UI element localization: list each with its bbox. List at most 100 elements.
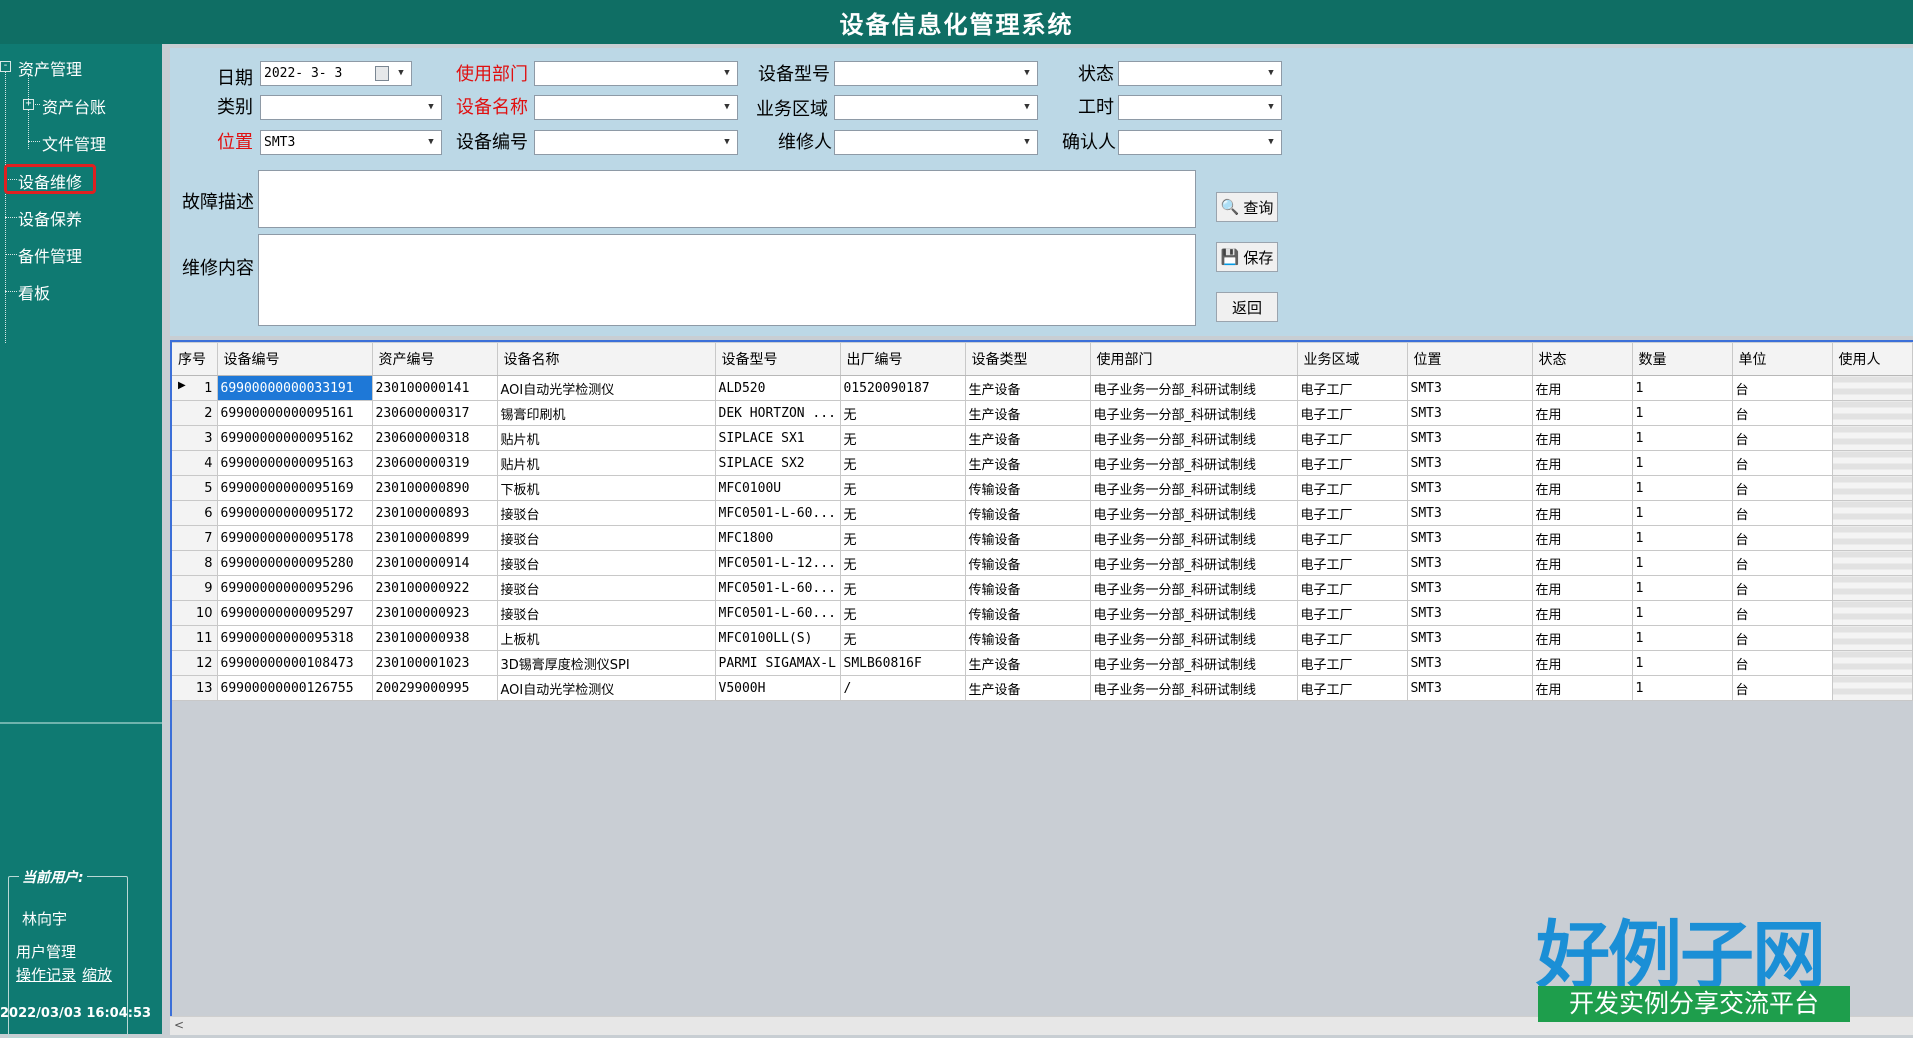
table-cell[interactable]: 电子业务一分部_科研试制线 xyxy=(1090,425,1298,451)
row-number[interactable]: 10 xyxy=(172,600,218,626)
table-cell[interactable]: 台 xyxy=(1732,425,1833,451)
table-cell[interactable]: 在用 xyxy=(1532,600,1633,626)
table-cell[interactable]: 传输设备 xyxy=(965,600,1091,626)
table-cell[interactable]: 230100000141 xyxy=(372,375,498,401)
table-cell[interactable]: 接驳台 xyxy=(497,575,716,601)
table-cell[interactable]: 台 xyxy=(1732,650,1833,676)
table-row[interactable]: 2 69900000000095161 230600000317 锡膏印刷机 DEK H… xyxy=(172,400,1913,426)
table-cell[interactable]: 230600000317 xyxy=(372,400,498,426)
table-cell[interactable]: 电子工厂 xyxy=(1297,500,1408,526)
table-cell[interactable]: 电子工厂 xyxy=(1297,450,1408,476)
table-cell[interactable]: 1 xyxy=(1632,525,1733,551)
row-number[interactable]: 11 xyxy=(172,625,218,651)
table-cell[interactable]: 无 xyxy=(840,625,966,651)
table-cell[interactable]: 无 xyxy=(840,500,966,526)
table-cell[interactable]: 69900000000095162 xyxy=(217,425,373,451)
table-cell[interactable]: SMT3 xyxy=(1407,575,1533,601)
table-cell[interactable]: SMT3 xyxy=(1407,400,1533,426)
table-cell[interactable]: 在用 xyxy=(1532,625,1633,651)
table-cell[interactable]: 生产设备 xyxy=(965,650,1091,676)
table-cell[interactable]: 在用 xyxy=(1532,450,1633,476)
table-cell[interactable]: / xyxy=(840,675,966,701)
table-cell[interactable]: MFC0501-L-60... xyxy=(715,600,841,626)
table-cell[interactable]: 生产设备 xyxy=(965,450,1091,476)
row-number[interactable]: 6 xyxy=(172,500,218,526)
category-select[interactable]: ▼ xyxy=(260,95,442,120)
row-number[interactable]: 12 xyxy=(172,650,218,676)
table-cell[interactable]: 在用 xyxy=(1532,500,1633,526)
table-cell[interactable]: 电子业务一分部_科研试制线 xyxy=(1090,550,1298,576)
table-cell[interactable]: 230100000922 xyxy=(372,575,498,601)
column-header[interactable]: 设备类型 xyxy=(965,343,1091,376)
table-cell[interactable]: 电子业务一分部_科研试制线 xyxy=(1090,650,1298,676)
table-cell[interactable]: 贴片机 xyxy=(497,450,716,476)
table-cell[interactable]: 在用 xyxy=(1532,400,1633,426)
table-cell[interactable]: SMT3 xyxy=(1407,675,1533,701)
sidebar-item-equipment-maintenance[interactable]: 设备保养 xyxy=(18,206,82,230)
table-cell[interactable]: 台 xyxy=(1732,475,1833,501)
table-cell[interactable]: 230100000914 xyxy=(372,550,498,576)
table-cell[interactable]: 无 xyxy=(840,575,966,601)
table-cell[interactable] xyxy=(1832,400,1913,426)
column-header[interactable]: 使用部门 xyxy=(1090,343,1298,376)
table-cell[interactable]: 电子工厂 xyxy=(1297,575,1408,601)
table-cell[interactable]: 电子工厂 xyxy=(1297,650,1408,676)
table-cell[interactable]: 1 xyxy=(1632,600,1733,626)
table-cell[interactable]: 69900000000095161 xyxy=(217,400,373,426)
table-cell[interactable]: 电子业务一分部_科研试制线 xyxy=(1090,625,1298,651)
column-header[interactable]: 资产编号 xyxy=(372,343,498,376)
table-cell[interactable]: 69900000000095280 xyxy=(217,550,373,576)
table-cell[interactable] xyxy=(1832,475,1913,501)
table-cell[interactable]: 69900000000095297 xyxy=(217,600,373,626)
table-cell[interactable]: 电子业务一分部_科研试制线 xyxy=(1090,675,1298,701)
dept-select[interactable]: ▼ xyxy=(534,61,738,86)
column-header[interactable]: 出厂编号 xyxy=(840,343,966,376)
table-cell[interactable]: 1 xyxy=(1632,425,1733,451)
table-row[interactable]: 8 69900000000095280 230100000914 接驳台 MFC0501… xyxy=(172,550,1913,576)
table-cell[interactable] xyxy=(1832,525,1913,551)
table-cell[interactable]: SMT3 xyxy=(1407,475,1533,501)
table-cell[interactable] xyxy=(1832,625,1913,651)
table-cell[interactable]: 电子工厂 xyxy=(1297,475,1408,501)
table-cell[interactable]: 台 xyxy=(1732,525,1833,551)
table-cell[interactable]: 69900000000108473 xyxy=(217,650,373,676)
table-row[interactable]: 9 69900000000095296 230100000922 接驳台 MFC0501… xyxy=(172,575,1913,601)
table-cell[interactable] xyxy=(1832,650,1913,676)
table-row[interactable]: 10 69900000000095297 230100000923 接驳台 MFC050… xyxy=(172,600,1913,626)
table-cell[interactable]: AOI自动光学检测仪 xyxy=(497,375,716,401)
fault-desc-textarea[interactable] xyxy=(258,170,1196,228)
table-cell[interactable]: 230100000893 xyxy=(372,500,498,526)
column-header[interactable]: 状态 xyxy=(1532,343,1633,376)
column-header[interactable]: 使用人 xyxy=(1832,343,1913,376)
table-cell[interactable]: 69900000000095163 xyxy=(217,450,373,476)
table-cell[interactable]: SMT3 xyxy=(1407,550,1533,576)
table-cell[interactable]: PARMI SIGAMAX-L xyxy=(715,650,841,676)
table-cell[interactable]: SMT3 xyxy=(1407,600,1533,626)
table-cell[interactable]: SMT3 xyxy=(1407,375,1533,401)
back-button[interactable]: 返回 xyxy=(1216,292,1278,322)
expand-icon[interactable]: + xyxy=(23,99,34,110)
table-cell[interactable]: MFC0501-L-60... xyxy=(715,500,841,526)
table-cell[interactable]: 在用 xyxy=(1532,475,1633,501)
save-button[interactable]: 💾 保存 xyxy=(1216,242,1278,272)
model-select[interactable]: ▼ xyxy=(834,61,1038,86)
table-cell[interactable]: 1 xyxy=(1632,450,1733,476)
table-cell[interactable]: 无 xyxy=(840,400,966,426)
operation-log-link[interactable]: 操作记录 xyxy=(16,964,76,985)
column-header[interactable]: 数量 xyxy=(1632,343,1733,376)
row-number[interactable]: 2 xyxy=(172,400,218,426)
table-row[interactable]: 3 69900000000095162 230600000318 贴片机 SIPLACE… xyxy=(172,425,1913,451)
query-button[interactable]: 🔍 查询 xyxy=(1216,192,1278,222)
table-cell[interactable]: 电子业务一分部_科研试制线 xyxy=(1090,400,1298,426)
table-cell[interactable]: 台 xyxy=(1732,450,1833,476)
table-cell[interactable]: 贴片机 xyxy=(497,425,716,451)
table-cell[interactable]: 电子工厂 xyxy=(1297,625,1408,651)
table-cell[interactable]: MFC0100LL(S) xyxy=(715,625,841,651)
equip-no-select[interactable]: ▼ xyxy=(534,130,738,155)
table-cell[interactable]: 69900000000095169 xyxy=(217,475,373,501)
table-cell[interactable]: 无 xyxy=(840,600,966,626)
table-cell[interactable]: 在用 xyxy=(1532,675,1633,701)
table-cell[interactable]: 1 xyxy=(1632,550,1733,576)
table-cell[interactable]: 在用 xyxy=(1532,425,1633,451)
row-number[interactable]: 3 xyxy=(172,425,218,451)
